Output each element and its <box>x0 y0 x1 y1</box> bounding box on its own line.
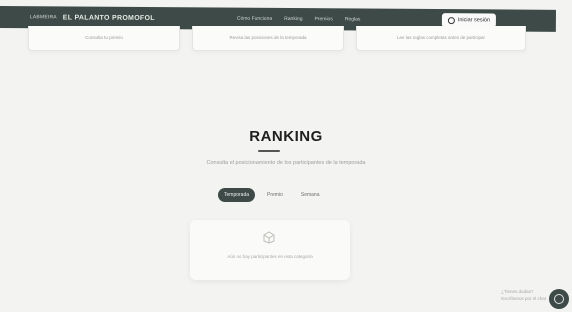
ranking-tabs: Temporada Premio Semana <box>218 188 325 202</box>
user-icon <box>447 16 455 24</box>
title-divider <box>258 150 280 152</box>
info-card-1: Consulta tu premio <box>28 26 180 51</box>
tab-temporada[interactable]: Temporada <box>218 188 256 202</box>
tab-semana[interactable]: Semana <box>295 188 326 202</box>
chat-button[interactable] <box>549 289 569 309</box>
nav-links: Cómo Funciona Ranking Premios Reglas <box>237 16 361 23</box>
tab-premio[interactable]: Premio <box>261 188 289 202</box>
nav-item-reglas[interactable]: Reglas <box>345 16 361 22</box>
info-card-text: Lee las reglas completas antes de partic… <box>396 35 486 40</box>
help-line-1: ¿Tienes dudas? <box>501 289 534 294</box>
nav-item-premios[interactable]: Premios <box>314 16 332 22</box>
info-card-text: Revisa las posiciones de la temporada <box>229 35 307 40</box>
box-icon <box>263 231 275 244</box>
empty-state-text: Aún no hay participantes en esta categor… <box>227 254 313 259</box>
login-label: Iniciar sesión <box>457 17 490 24</box>
nav-item-ranking[interactable]: Ranking <box>284 16 302 22</box>
info-card-3: Lee las reglas completas antes de partic… <box>356 26 526 51</box>
chat-icon <box>554 294 564 304</box>
info-card-text: Consulta tu premio <box>85 35 123 40</box>
nav-item-como-funciona[interactable]: Cómo Funciona <box>237 16 272 22</box>
help-text: ¿Tienes dudas? Escríbenos por el chat <box>501 288 546 302</box>
info-card-2: Revisa las posiciones de la temporada <box>192 26 344 51</box>
ranking-subtitle: Consulta el posicionamiento de los parti… <box>206 160 366 166</box>
brand-small-text: LABMEIRA <box>29 14 57 21</box>
empty-state-card: Aún no hay participantes en esta categor… <box>190 220 350 280</box>
help-line-2: Escríbenos por el chat <box>501 296 546 301</box>
ranking-title: RANKING <box>249 128 323 145</box>
brand-title[interactable]: EL PALANTO PROMOFOL <box>63 14 155 22</box>
